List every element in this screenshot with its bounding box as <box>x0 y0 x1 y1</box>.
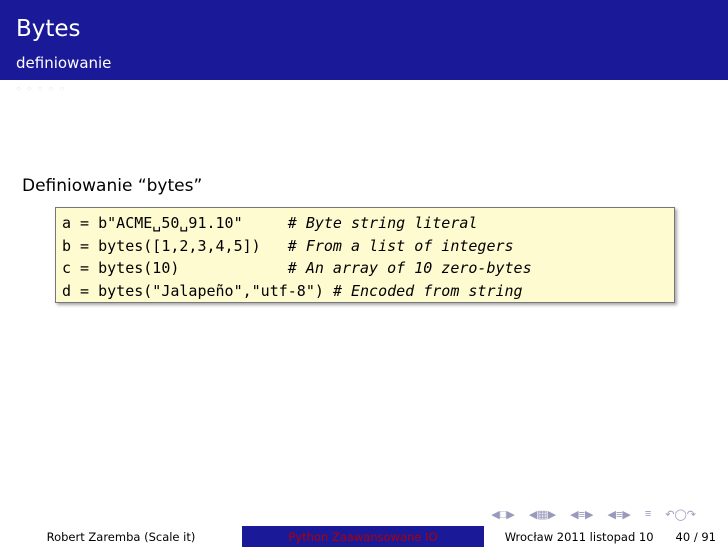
slide-subtitle: definiowanie <box>16 54 112 72</box>
slide-title: Bytes <box>16 16 81 42</box>
code-line: b = bytes([1,2,3,4,5]) # From a list of … <box>62 235 674 258</box>
nav-search-icon[interactable]: ↶◯↷ <box>665 508 696 521</box>
footer-info: Wrocław 2011 listopad 10 40 / 91 <box>484 526 728 547</box>
nav-prev-frame-icon[interactable]: ◀□▶ <box>491 508 515 521</box>
beamer-navigation: ◀□▶ ◀▦▶ ◀≡▶ ◀≡▶ ≡ ↶◯↷ <box>491 508 696 521</box>
code-text: a = b"ACME␣50␣91.10" <box>62 214 288 232</box>
section-dots: ○○○○○ <box>16 84 71 93</box>
code-line: c = bytes(10) # An array of 10 zero-byte… <box>62 257 674 280</box>
nav-section-icon[interactable]: ◀≡▶ <box>570 508 593 521</box>
nav-appendix-icon[interactable]: ≡ <box>645 508 651 521</box>
slide-header: Bytes definiowanie <box>0 0 728 80</box>
slide-footer: Robert Zaremba (Scale it) Python Zaawans… <box>0 526 728 547</box>
footer-talk-title: Python Zaawansowane IO <box>242 526 484 547</box>
footer-author: Robert Zaremba (Scale it) <box>0 526 242 547</box>
code-text: d = bytes("Jalapeño","utf-8") <box>62 281 333 300</box>
footer-page-number: 40 / 91 <box>675 529 716 544</box>
code-comment: # An array of 10 zero-bytes <box>287 259 532 277</box>
code-comment: # Byte string literal <box>287 214 478 232</box>
code-text: c = bytes(10) <box>62 259 288 277</box>
code-text: b = bytes([1,2,3,4,5]) <box>62 236 288 255</box>
nav-subsection-icon[interactable]: ◀▦▶ <box>529 508 556 521</box>
code-line: a = b"ACME␣50␣91.10" # Byte string liter… <box>62 212 674 235</box>
block-title: Definiowanie “bytes” <box>22 176 203 196</box>
code-line: d = bytes("Jalapeño","utf-8") # Encoded … <box>62 280 674 303</box>
code-comment: # Encoded from string <box>332 281 523 300</box>
nav-section-next-icon[interactable]: ◀≡▶ <box>607 508 630 521</box>
code-comment: # From a list of integers <box>287 236 514 255</box>
code-block: a = b"ACME␣50␣91.10" # Byte string liter… <box>55 207 675 303</box>
footer-place-date: Wrocław 2011 listopad 10 <box>504 529 654 544</box>
